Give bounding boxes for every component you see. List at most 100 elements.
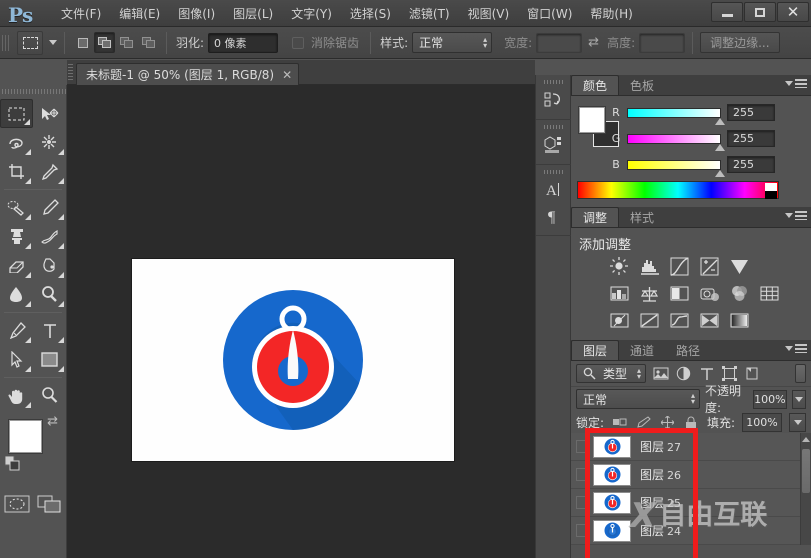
3d-icon[interactable] <box>536 132 572 158</box>
type-filter-icon[interactable] <box>698 365 715 382</box>
eyedropper-tool[interactable] <box>33 157 66 186</box>
opacity-dropdown-icon[interactable] <box>792 390 806 409</box>
tool-preset-chevron-down-icon[interactable] <box>49 40 57 45</box>
scrollbar-thumb[interactable] <box>802 449 810 493</box>
scroll-up-icon[interactable] <box>802 437 810 442</box>
tab-bar-grip[interactable] <box>67 64 74 80</box>
blue-slider[interactable] <box>627 160 721 170</box>
adjustment-filter-icon[interactable] <box>675 365 692 382</box>
smart-object-filter-icon[interactable] <box>744 365 761 382</box>
channel-mixer-icon[interactable] <box>729 283 750 304</box>
green-value[interactable]: 255 <box>727 130 775 147</box>
path-selection-tool[interactable] <box>0 345 33 374</box>
maximize-button[interactable] <box>744 2 776 22</box>
subtract-from-selection-button[interactable] <box>116 32 137 53</box>
height-input[interactable] <box>639 33 685 53</box>
antialias-checkbox-row[interactable]: 消除锯齿 <box>292 34 363 51</box>
filter-toggle[interactable] <box>795 364 806 383</box>
hand-tool[interactable] <box>0 381 33 410</box>
layers-scrollbar[interactable] <box>800 433 811 545</box>
spot-healing-brush-tool[interactable] <box>0 193 33 222</box>
panel-menu-icon[interactable] <box>785 211 807 220</box>
clone-stamp-tool[interactable] <box>0 222 33 251</box>
posterize-icon[interactable] <box>639 310 660 331</box>
fill-dropdown-icon[interactable] <box>789 413 806 432</box>
paragraph-icon[interactable]: ¶ <box>536 203 572 229</box>
gradient-tool[interactable] <box>33 251 66 280</box>
pixel-filter-icon[interactable] <box>652 365 669 382</box>
filter-type-select[interactable]: 类型 ▴▾ <box>576 364 646 383</box>
color-balance-icon[interactable] <box>639 283 660 304</box>
opacity-value[interactable]: 100% <box>753 390 786 409</box>
history-brush-tool[interactable] <box>33 222 66 251</box>
history-dock-cell[interactable] <box>536 75 572 120</box>
close-icon[interactable]: ✕ <box>282 68 292 82</box>
layer-name[interactable]: 图层25 <box>640 494 681 511</box>
layer-name[interactable]: 图层26 <box>640 466 681 483</box>
swap-colors-icon[interactable]: ⇄ <box>47 414 58 429</box>
table-row[interactable]: 图层26 <box>571 461 811 489</box>
brush-tool[interactable] <box>33 193 66 222</box>
tools-panel-grip[interactable] <box>0 87 66 96</box>
photo-filter-icon[interactable] <box>699 283 720 304</box>
menu-window[interactable]: 窗口(W) <box>518 3 581 25</box>
table-row[interactable]: 图层24 <box>571 517 811 545</box>
lock-image-pixels-icon[interactable] <box>635 414 652 431</box>
menu-help[interactable]: 帮助(H) <box>581 3 641 25</box>
hue-saturation-icon[interactable] <box>609 283 630 304</box>
menu-view[interactable]: 视图(V) <box>459 3 519 25</box>
magic-wand-tool[interactable] <box>33 128 66 157</box>
tab-swatches[interactable]: 色板 <box>619 75 665 95</box>
crop-tool[interactable] <box>0 157 33 186</box>
canvas-area[interactable] <box>67 85 535 558</box>
dodge-tool[interactable] <box>33 280 66 309</box>
eraser-tool[interactable] <box>0 251 33 280</box>
layer-visibility-toggle[interactable] <box>571 461 591 489</box>
green-slider[interactable] <box>627 134 721 144</box>
black-white-icon[interactable] <box>669 283 690 304</box>
brightness-contrast-icon[interactable] <box>609 256 630 277</box>
foreground-color-swatch[interactable] <box>9 420 42 453</box>
red-value[interactable]: 255 <box>727 104 775 121</box>
shape-filter-icon[interactable] <box>721 365 738 382</box>
panel-menu-icon[interactable] <box>785 344 807 353</box>
horizontal-type-tool[interactable] <box>33 316 66 345</box>
menu-filter[interactable]: 滤镜(T) <box>400 3 459 25</box>
threshold-icon[interactable] <box>669 310 690 331</box>
screen-mode-icon[interactable] <box>33 490 66 518</box>
character-icon[interactable]: A <box>536 177 572 203</box>
3d-dock-cell[interactable] <box>536 120 572 165</box>
layer-list[interactable]: 图层27 图层26 图层25 <box>571 433 811 545</box>
layer-thumbnail[interactable] <box>593 464 631 486</box>
dock-grip[interactable] <box>544 78 564 85</box>
exposure-icon[interactable] <box>699 256 720 277</box>
refine-edge-button[interactable]: 调整边缘... <box>700 32 779 53</box>
tab-paths[interactable]: 路径 <box>665 340 711 360</box>
lasso-tool[interactable] <box>0 128 33 157</box>
new-selection-button[interactable] <box>72 32 93 53</box>
lock-transparent-pixels-icon[interactable] <box>611 414 628 431</box>
curves-icon[interactable] <box>669 256 690 277</box>
default-colors-icon[interactable] <box>5 456 20 474</box>
blend-mode-select[interactable]: 正常 ▴▾ <box>576 389 700 409</box>
layer-name[interactable]: 图层24 <box>640 522 681 539</box>
foreground-color-swatch[interactable] <box>579 107 605 133</box>
tab-channels[interactable]: 通道 <box>619 340 665 360</box>
options-bar-grip[interactable] <box>2 32 11 54</box>
history-icon[interactable] <box>536 87 572 113</box>
rectangular-marquee-tool[interactable] <box>0 99 33 128</box>
levels-icon[interactable] <box>639 256 660 277</box>
intersect-selection-button[interactable] <box>138 32 159 53</box>
menu-select[interactable]: 选择(S) <box>341 3 400 25</box>
rectangle-tool[interactable] <box>33 345 66 374</box>
tab-layers[interactable]: 图层 <box>571 340 619 360</box>
dock-grip[interactable] <box>544 123 564 130</box>
swap-dimensions-icon[interactable]: ⇄ <box>588 35 599 50</box>
menu-edit[interactable]: 编辑(E) <box>110 3 169 25</box>
panel-menu-icon[interactable] <box>785 79 807 88</box>
menu-file[interactable]: 文件(F) <box>52 3 110 25</box>
antialias-checkbox[interactable] <box>292 37 304 49</box>
feather-input[interactable]: 0 像素 <box>208 33 278 53</box>
pen-tool[interactable] <box>0 316 33 345</box>
tab-color[interactable]: 颜色 <box>571 75 619 95</box>
